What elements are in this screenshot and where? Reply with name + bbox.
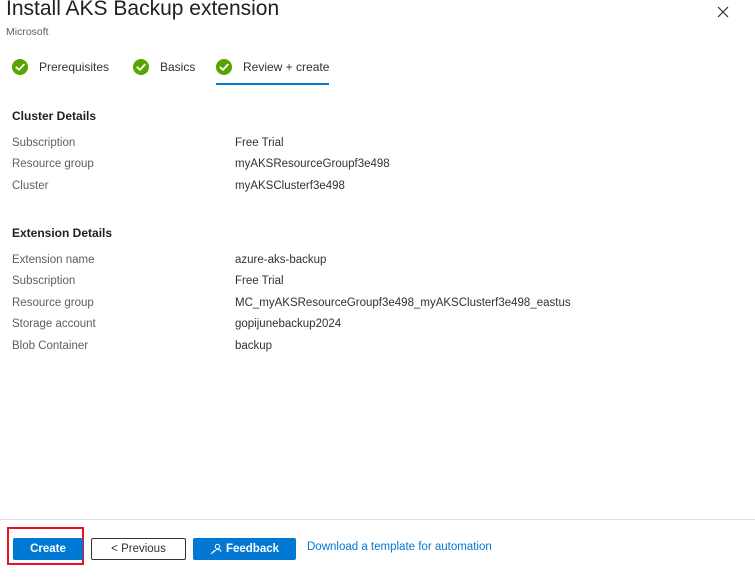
detail-value: backup — [235, 340, 273, 352]
tab-label: Review + create — [243, 60, 330, 74]
detail-row: Cluster myAKSClusterf3e498 — [12, 180, 742, 196]
detail-row: Resource group myAKSResourceGroupf3e498 — [12, 158, 742, 174]
cluster-details-heading: Cluster Details — [12, 109, 97, 123]
feedback-button[interactable]: Feedback — [193, 538, 296, 560]
detail-key: Extension name — [12, 254, 95, 266]
check-circle-icon — [133, 59, 149, 75]
detail-value: azure-aks-backup — [235, 254, 327, 266]
detail-key: Subscription — [12, 275, 76, 287]
detail-row: Resource group MC_myAKSResourceGroupf3e4… — [12, 297, 742, 313]
detail-value: Free Trial — [235, 275, 284, 287]
page-title: Install AKS Backup extension — [6, 0, 280, 20]
create-button[interactable]: Create — [13, 538, 83, 560]
close-button[interactable] — [715, 4, 731, 20]
extension-details-heading: Extension Details — [12, 226, 113, 240]
feedback-icon — [210, 543, 222, 555]
detail-key: Resource group — [12, 297, 94, 309]
detail-value: MC_myAKSResourceGroupf3e498_myAKSCluster… — [235, 297, 571, 309]
detail-value: gopijunebackup2024 — [235, 318, 342, 330]
tab-basics[interactable]: Basics — [133, 55, 195, 79]
detail-key: Resource group — [12, 158, 94, 170]
feedback-label: Feedback — [225, 543, 280, 555]
previous-button[interactable]: < Previous — [91, 538, 186, 560]
detail-key: Blob Container — [12, 340, 89, 352]
check-circle-icon — [12, 59, 28, 75]
detail-row: Blob Container backup — [12, 340, 742, 356]
close-icon — [717, 6, 729, 18]
footer-divider — [0, 519, 755, 520]
tab-label: Prerequisites — [39, 60, 110, 74]
install-extension-blade: Install AKS Backup extension Microsoft P… — [0, 0, 755, 577]
active-tab-indicator — [216, 83, 330, 85]
detail-value: myAKSResourceGroupf3e498 — [235, 158, 390, 170]
detail-row: Subscription Free Trial — [12, 137, 742, 153]
detail-row: Subscription Free Trial — [12, 275, 742, 291]
tab-label: Basics — [160, 60, 196, 74]
download-template-link[interactable]: Download a template for automation — [307, 541, 492, 553]
detail-row: Extension name azure-aks-backup — [12, 254, 742, 270]
detail-key: Storage account — [12, 318, 96, 330]
tab-review-create[interactable]: Review + create — [216, 55, 330, 85]
detail-key: Cluster — [12, 180, 49, 192]
publisher-label: Microsoft — [6, 26, 49, 38]
detail-row: Storage account gopijunebackup2024 — [12, 318, 742, 334]
detail-value: myAKSClusterf3e498 — [235, 180, 345, 192]
detail-value: Free Trial — [235, 137, 284, 149]
check-circle-icon — [216, 59, 232, 75]
tab-prerequisites[interactable]: Prerequisites — [12, 55, 109, 79]
detail-key: Subscription — [12, 137, 76, 149]
